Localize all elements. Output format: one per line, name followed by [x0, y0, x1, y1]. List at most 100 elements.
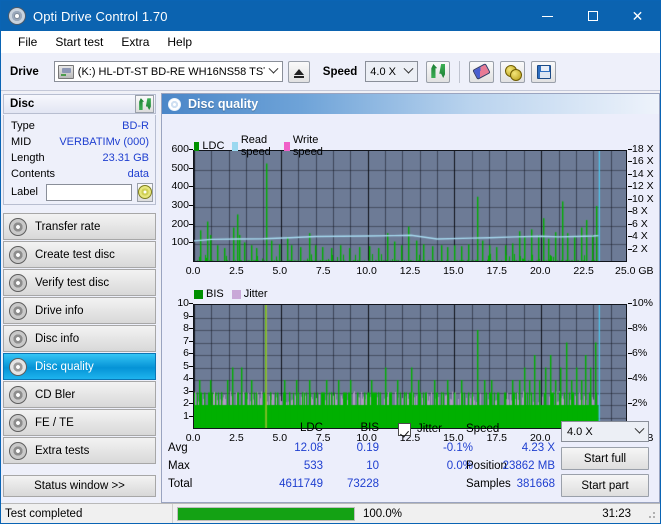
drive-select[interactable]: (K:) HL-DT-ST BD-RE WH16NS58 TST4 [53, 61, 283, 82]
disc-row-value: 23.31 GB [102, 152, 149, 164]
sidebar-item-label: CD Bler [35, 388, 76, 401]
sidebar-item-transfer-rate[interactable]: Transfer rate [3, 213, 156, 240]
right-y-tick-label: 2% [627, 397, 648, 409]
disc-row-key: Type [11, 120, 35, 132]
disc-label-key: Label [11, 186, 38, 198]
stats-max-jitter: 0.0% [446, 460, 473, 472]
refresh-icon [138, 98, 152, 111]
disc-row-value: VERBATIMv (000) [59, 136, 149, 148]
x-tick-label: 22.5 [573, 265, 594, 277]
chevron-down-icon [265, 62, 282, 81]
sidebar-item-create-test-disc[interactable]: Create test disc [3, 241, 156, 268]
stats-max-bis: 10 [366, 460, 379, 472]
content-panel: Disc quality LDC Read speed Write speed 10… [161, 93, 660, 503]
disc-label-apply-button[interactable] [136, 182, 153, 202]
refresh-button[interactable] [426, 60, 451, 83]
bitsetting-button[interactable] [500, 60, 526, 83]
eraser-icon [472, 63, 492, 80]
legend-label: LDC [202, 140, 225, 152]
sidebar-item-label: Verify test disc [35, 276, 110, 289]
chevron-down-icon [400, 62, 417, 81]
right-y-tick-label: 12 X [628, 180, 654, 193]
y-tick-label: 2 [160, 397, 193, 409]
sidebar-item-drive-info[interactable]: Drive info [3, 297, 156, 324]
disc-row-contents: Contents data [4, 166, 155, 182]
menu-extra[interactable]: Extra [112, 33, 158, 51]
menu-help[interactable]: Help [158, 33, 201, 51]
minimize-icon [542, 15, 553, 17]
y-tick-label: 5 [160, 360, 193, 372]
status-window-button[interactable]: Status window >> [3, 475, 156, 497]
save-button[interactable] [531, 60, 557, 83]
drive-icon [57, 64, 74, 79]
legend-label: Write speed [292, 134, 323, 158]
disc-icon [9, 273, 27, 292]
right-y-tick-label: 10 X [628, 192, 654, 205]
y-tick-label: 10 [160, 297, 193, 309]
start-part-button[interactable]: Start part [561, 474, 649, 497]
disc-label-input[interactable] [45, 183, 132, 201]
sidebar-item-disc-info[interactable]: Disc info [3, 325, 156, 352]
right-y-tick-label: 16 X [628, 155, 654, 168]
x-tick-label: 17.5 [486, 265, 508, 277]
sidebar-item-extra-tests[interactable]: Extra tests [3, 437, 156, 464]
status-bar: Test completed 100.0% 31:23 [1, 503, 660, 523]
progress-bar-fill [178, 507, 354, 520]
sidebar-item-fe-te[interactable]: FE / TE [3, 409, 156, 436]
y-tick-label: 8 [160, 322, 193, 334]
menu-file[interactable]: File [9, 33, 46, 51]
x-tick-label: 7.5 [315, 265, 331, 277]
disc-icon [9, 441, 27, 460]
stats-max-ldc: 533 [303, 460, 323, 472]
stats-avg-jitter: -0.1% [442, 442, 473, 454]
speed-select[interactable]: 4.0 X [365, 61, 419, 82]
jitter-checkbox[interactable] [398, 423, 411, 436]
close-button[interactable]: ✕ [615, 1, 660, 31]
minimize-button[interactable] [525, 1, 570, 31]
bis-plot-canvas [194, 305, 626, 428]
legend-label: Jitter [243, 288, 268, 300]
stats-row-total-key: Total [168, 478, 193, 490]
stats-row-max-key: Max [168, 460, 190, 472]
eject-button[interactable] [287, 60, 310, 83]
coins-icon [504, 64, 522, 81]
legend-swatch [194, 289, 203, 299]
ldc-plot-area [193, 150, 627, 262]
close-icon: ✕ [631, 8, 644, 24]
y-tick-label: 4 [160, 372, 193, 384]
jitter-label: Jitter [417, 423, 442, 435]
stats-col-ldc: LDC [299, 422, 323, 434]
erase-button[interactable] [469, 60, 495, 83]
legend-label: Read speed [240, 134, 271, 158]
right-y-tick-label: 10% [627, 297, 654, 309]
stats-total-bis: 73228 [347, 478, 379, 490]
maximize-icon [587, 11, 598, 21]
start-full-button[interactable]: Start full [561, 447, 649, 470]
stats-samples-value: 381668 [516, 478, 555, 490]
disc-icon [9, 329, 27, 348]
right-y-tick-label: 18 X [628, 143, 654, 155]
resize-grip[interactable] [645, 508, 657, 520]
disc-refresh-button[interactable] [135, 95, 154, 113]
legend-label: BIS [206, 288, 224, 300]
stats-speed-key: Speed [466, 423, 500, 435]
legend-swatch [231, 289, 241, 299]
sidebar-item-disc-quality[interactable]: Disc quality [3, 353, 156, 380]
legend-swatch [232, 141, 238, 151]
y-tick-label: 400 [160, 180, 193, 192]
stats-position-value: 23862 MB [502, 460, 555, 472]
y-tick-label: 7 [160, 335, 193, 347]
sidebar-item-cd-bler[interactable]: CD Bler [3, 381, 156, 408]
test-speed-select[interactable]: 4.0 X [561, 421, 649, 442]
sidebar-item-verify-test-disc[interactable]: Verify test disc [3, 269, 156, 296]
x-tick-label: 25.0 GB [615, 265, 654, 277]
application-window: Opti Drive Control 1.70 ✕ File Start tes… [0, 0, 661, 524]
menu-start-test[interactable]: Start test [46, 33, 112, 51]
drive-label: Drive [10, 65, 39, 78]
sidebar-item-label: Create test disc [35, 248, 115, 261]
right-y-tick-label: 4% [627, 372, 648, 384]
right-y-tick-label: 2 X [628, 242, 648, 255]
elapsed-time: 31:23 [602, 507, 631, 520]
maximize-button[interactable] [570, 1, 615, 31]
bis-chart-legend: BIS Jitter [194, 288, 276, 300]
